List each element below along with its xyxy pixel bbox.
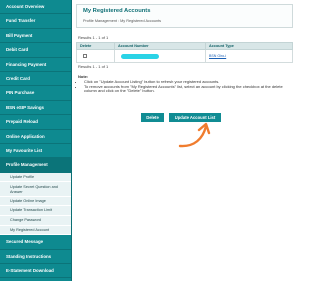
account-number-redaction [121, 53, 159, 59]
sidebar-item-online-application[interactable]: Online Application [0, 130, 71, 144]
sidebar-item-profile-management[interactable]: Profile Management [0, 158, 71, 173]
sidebar-item-bill-payment[interactable]: Bill Payment [0, 29, 71, 44]
note-item: To remove accounts from "My Registered A… [84, 84, 292, 95]
sidebar-item-my-favourite-list[interactable]: My Favourite List [0, 144, 71, 159]
sidebar-item-secured-message[interactable]: Secured Message [0, 235, 71, 250]
profile-submenu: Update Profile Update Secret Question and… [0, 172, 71, 236]
notes-section: Note: Click on "Update Account Listing" … [78, 74, 292, 95]
submenu-item-my-registered-account[interactable]: My Registered Account [0, 226, 71, 236]
sidebar-item-e-statement-download[interactable]: E-Statement Download [0, 264, 71, 279]
sidebar-item-prepaid-reload[interactable]: Prepaid Reload [0, 115, 71, 130]
delete-checkbox[interactable] [83, 54, 87, 58]
column-header-account-number: Account Number [114, 42, 206, 50]
submenu-item-update-profile[interactable]: Update Profile [0, 173, 71, 183]
page-header: My Registered Accounts Profile Managemen… [76, 4, 293, 28]
page-title: My Registered Accounts [83, 8, 151, 14]
table-header-row: Delete Account Number Account Type [76, 42, 293, 50]
account-type-link[interactable]: BSN Giro-i [209, 54, 226, 58]
results-count-bottom: Results 1 - 1 of 1 [78, 64, 109, 69]
account-type-cell: BSN Giro-i [205, 49, 293, 63]
sidebar-item-debit-card[interactable]: Debit Card [0, 43, 71, 58]
sidebar-item-credit-card[interactable]: Credit Card [0, 72, 71, 87]
sidebar-item-account-overview[interactable]: Account Overview [0, 0, 71, 15]
sidebar-item-fund-transfer[interactable]: Fund Transfer [0, 14, 71, 29]
sidebar-item-pin-purchase[interactable]: PIN Purchase [0, 86, 71, 101]
sidebar-item-financing-payment[interactable]: Financing Payment [0, 58, 71, 72]
delete-cell [76, 49, 115, 63]
sidebar: Account Overview Fund Transfer Bill Paymen… [0, 0, 72, 281]
submenu-item-update-secret-question-and-answer[interactable]: Update Secret Question and Answer [0, 182, 71, 197]
main-content: My Registered Accounts Profile Managemen… [76, 0, 300, 281]
delete-button[interactable]: Delete [141, 113, 164, 122]
annotation-arrow-icon [178, 122, 211, 148]
submenu-item-change-password[interactable]: Change Password [0, 216, 71, 226]
submenu-item-update-transaction-limit[interactable]: Update Transaction Limit [0, 206, 71, 217]
sidebar-item-standing-instructions[interactable]: Standing Instructions [0, 250, 71, 265]
accounts-table: Delete Account Number Account Type BSN G… [76, 42, 293, 63]
column-header-delete: Delete [76, 42, 115, 50]
sidebar-item-bsn-esip-savings[interactable]: BSN eSIP Savings [0, 101, 71, 116]
breadcrumb: Profile Management : My Registered Accou… [83, 19, 162, 23]
table-row: BSN Giro-i [76, 49, 293, 63]
submenu-item-update-online-image[interactable]: Update Online Image [0, 197, 71, 207]
results-count-top: Results 1 - 1 of 1 [78, 35, 109, 40]
account-number-cell [114, 49, 206, 63]
column-header-account-type: Account Type [205, 42, 293, 50]
